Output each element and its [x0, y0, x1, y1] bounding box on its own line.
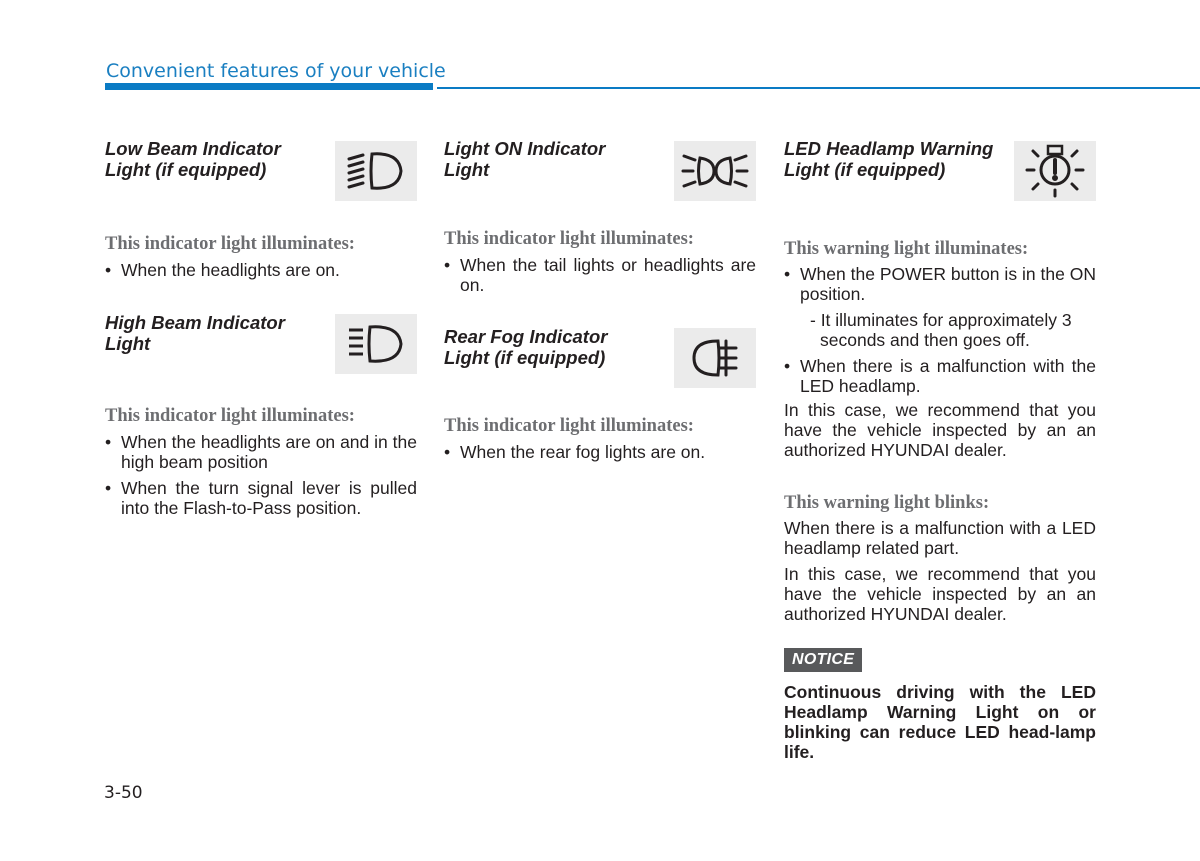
section-title-line: LED Headlamp Warning	[784, 138, 994, 159]
icon-box	[1014, 141, 1096, 201]
section-title-line: Light (if equipped)	[444, 347, 606, 368]
low-beam-icon	[347, 152, 403, 190]
rear-fog-icon	[692, 339, 738, 377]
icon-box	[674, 328, 756, 388]
section-title-line: Rear Fog Indicator	[444, 326, 608, 347]
section-subheading: This indicator light illuminates:	[105, 406, 355, 426]
blink-paragraph: When there is a malfunction with a LED h…	[784, 518, 1096, 558]
bullet-item: When there is a malfunction with the LED…	[784, 356, 1096, 396]
section-subheading-blinks: This warning light blinks:	[784, 493, 990, 513]
section-title: Light ON Indicator Light	[444, 138, 659, 180]
section-subheading: This indicator light illuminates:	[105, 234, 355, 254]
bullet-list: When the headlights are on and in the hi…	[105, 432, 417, 524]
bullet-item: When the tail lights or headlights are o…	[444, 255, 756, 295]
notice-badge: NOTICE	[784, 648, 863, 672]
section-title-line: Light	[444, 159, 490, 180]
section-title-line: Light (if equipped)	[784, 159, 946, 180]
bullet-list: When there is a malfunction with the LED…	[784, 356, 1096, 396]
section-subheading: This indicator light illuminates:	[444, 416, 694, 436]
warning-details: When the POWER button is in the ON posit…	[784, 264, 1096, 460]
section-title-line: Light ON Indicator	[444, 138, 606, 159]
section-title-line: Light (if equipped)	[105, 159, 267, 180]
bullet-item: When the turn signal lever is pulled int…	[105, 478, 417, 518]
chapter-title: Convenient features of your vehicle	[106, 60, 446, 82]
bullet-item: When the headlights are on.	[105, 260, 417, 280]
page-number: 3-50	[104, 783, 143, 803]
section-title: High Beam Indicator Light	[105, 312, 320, 354]
notice-text: Continuous driving with the LED Headlamp…	[784, 682, 1096, 762]
section-title-line: Low Beam Indicator	[105, 138, 281, 159]
bullet-list: When the headlights are on.	[105, 260, 417, 286]
recommendation-paragraph: In this case, we recommend that you have…	[784, 564, 1096, 624]
section-title-line: High Beam Indicator	[105, 312, 285, 333]
bullet-list: When the tail lights or headlights are o…	[444, 255, 756, 301]
bullet-list: When the POWER button is in the ON posit…	[784, 264, 1096, 304]
bullet-item: When the POWER button is in the ON posit…	[784, 264, 1096, 304]
high-beam-icon	[349, 325, 403, 363]
recommendation-paragraph: In this case, we recommend that you have…	[784, 400, 1096, 460]
bullet-list: When the rear fog lights are on.	[444, 442, 756, 468]
bullet-item: When the headlights are on and in the hi…	[105, 432, 417, 472]
section-title: Low Beam Indicator Light (if equipped)	[105, 138, 320, 180]
sub-bullet-item: - It illuminates for approximately 3 sec…	[810, 310, 1072, 350]
icon-box	[335, 314, 417, 374]
light-on-icon	[681, 154, 749, 188]
section-title-line: Light	[105, 333, 151, 354]
bullet-item: When the rear fog lights are on.	[444, 442, 756, 462]
led-headlamp-warning-icon	[1025, 144, 1085, 198]
header-rule-thin	[437, 87, 1200, 89]
section-subheading: This indicator light illuminates:	[444, 229, 694, 249]
icon-box	[335, 141, 417, 201]
section-title: Rear Fog Indicator Light (if equipped)	[444, 326, 659, 368]
icon-box	[674, 141, 756, 201]
header-rule-thick	[105, 83, 433, 90]
section-title: LED Headlamp Warning Light (if equipped)	[784, 138, 1019, 180]
section-subheading: This warning light illuminates:	[784, 239, 1029, 259]
